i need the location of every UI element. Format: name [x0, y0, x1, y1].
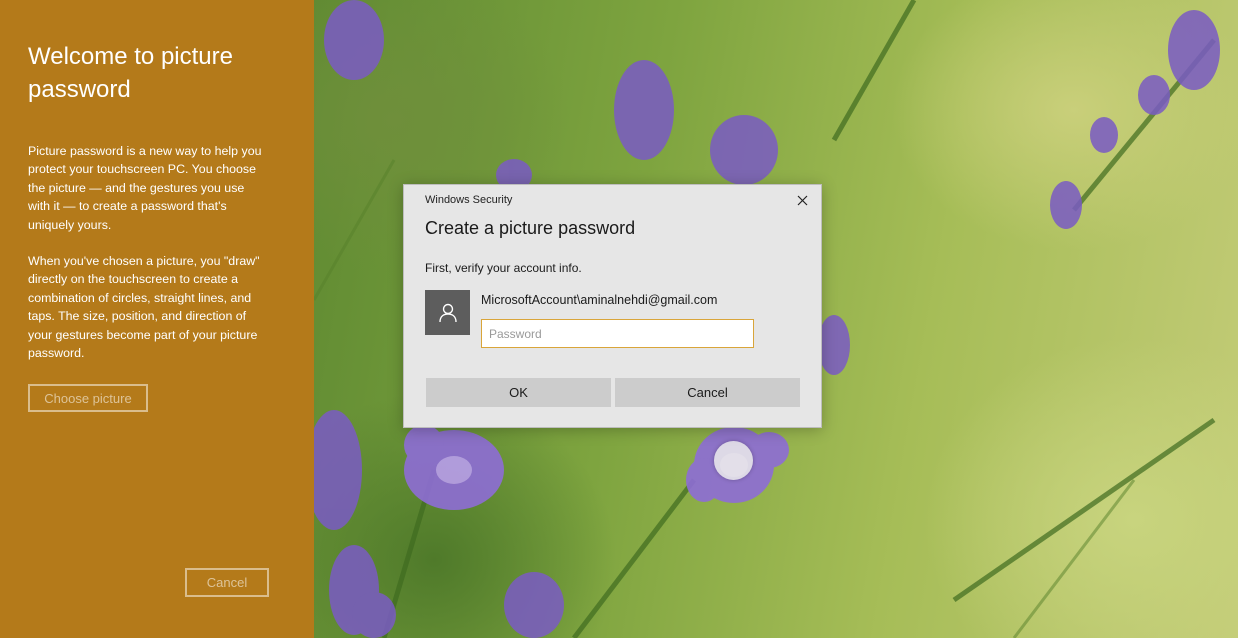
instructions-paragraph: When you've chosen a picture, you "draw"…	[28, 254, 260, 361]
password-field[interactable]	[481, 319, 754, 348]
dialog-caption: Windows Security	[425, 194, 513, 206]
ok-button[interactable]: OK	[426, 378, 611, 407]
account-name: MicrosoftAccount\aminalnehdi@gmail.com	[481, 293, 718, 307]
user-icon	[425, 290, 470, 335]
choose-picture-button[interactable]: Choose picture	[28, 384, 148, 412]
intro-paragraph: Picture password is a new way to help yo…	[28, 144, 262, 232]
touch-indicator	[714, 441, 753, 480]
left-panel: Welcome to picture password Picture pass…	[0, 0, 314, 638]
page-title: Welcome to picture password	[28, 43, 233, 103]
dialog-subtitle: First, verify your account info.	[425, 261, 582, 275]
cancel-setup-button[interactable]: Cancel	[185, 568, 269, 597]
windows-security-dialog: Windows Security Create a picture passwo…	[403, 184, 822, 428]
dialog-heading: Create a picture password	[425, 218, 636, 238]
close-icon[interactable]	[792, 191, 812, 209]
cancel-button[interactable]: Cancel	[615, 378, 800, 407]
